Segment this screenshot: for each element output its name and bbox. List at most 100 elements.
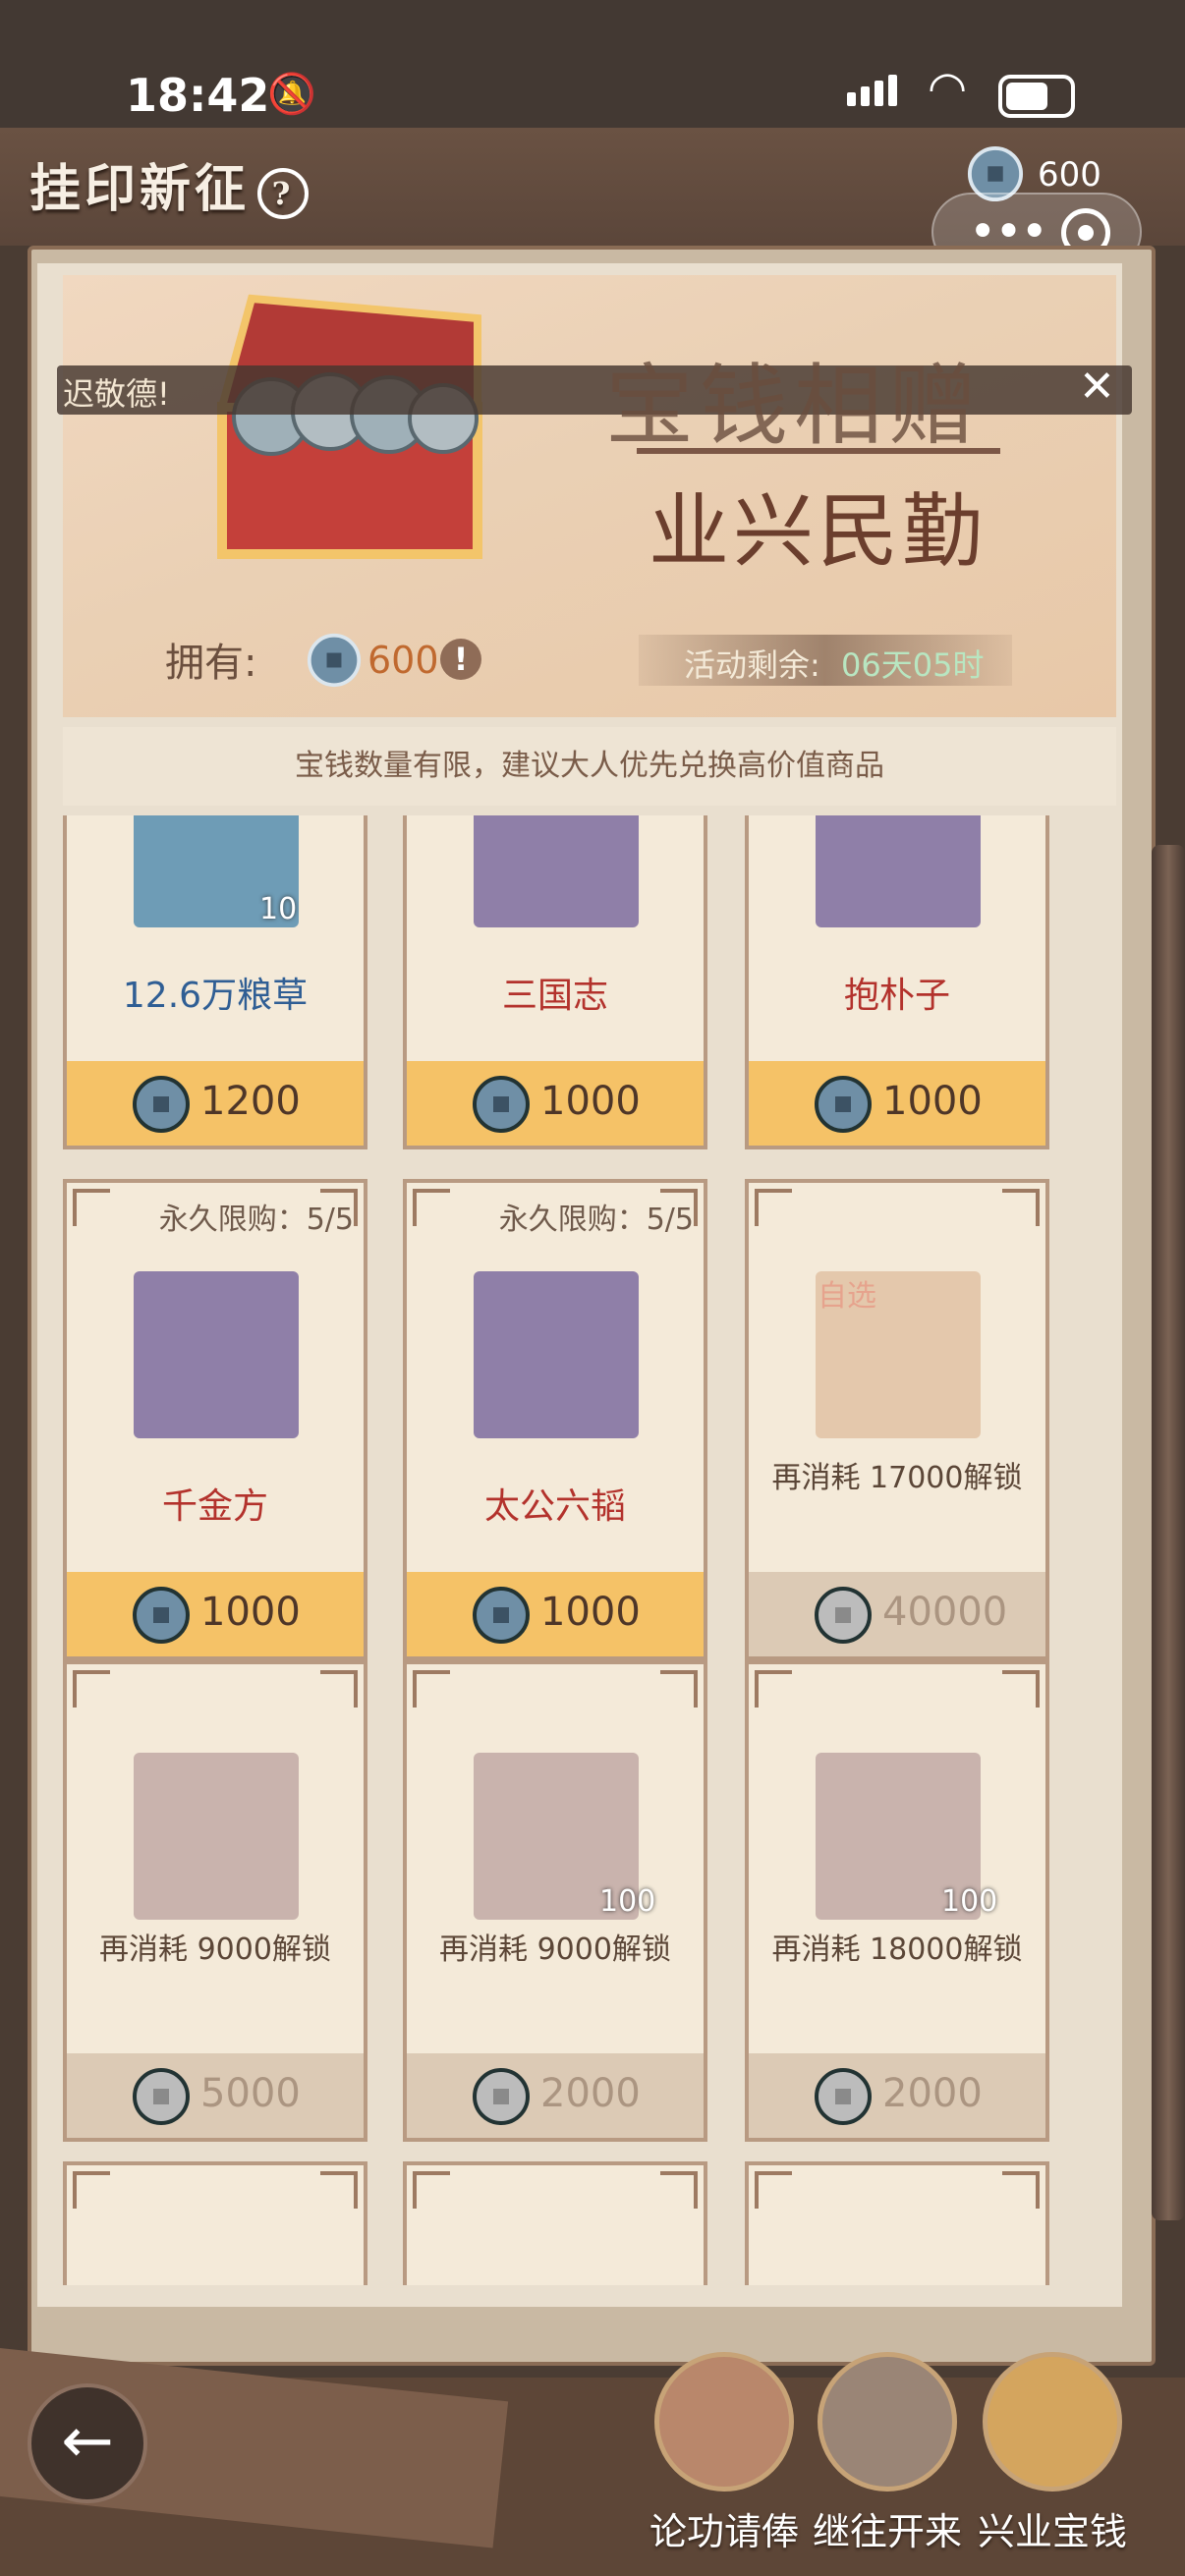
corner-ornament xyxy=(73,2171,110,2209)
price-value: 1200 xyxy=(200,1079,301,1124)
remaining-label: 活动剩余: xyxy=(684,646,820,684)
shop-item-card[interactable]: 三国志 1000 xyxy=(403,815,707,1149)
shop-item-card[interactable] xyxy=(63,2161,367,2285)
headline-divider xyxy=(637,448,1000,454)
brush-decoration xyxy=(1152,845,1185,2220)
item-quantity-badge: 100 xyxy=(599,1884,656,1919)
price-value: 1000 xyxy=(882,1079,983,1124)
own-value: 600 xyxy=(367,639,439,682)
item-name: 千金方 xyxy=(161,1486,268,1527)
coin-icon xyxy=(815,2068,872,2125)
price-button[interactable]: 40000 xyxy=(749,1572,1045,1656)
treasure-chest-icon xyxy=(216,294,482,559)
price-button[interactable]: 1200 xyxy=(67,1061,364,1146)
shop-item-card[interactable]: 100 再消耗 9000解锁 2000 xyxy=(403,1660,707,2142)
price-value: 2000 xyxy=(882,2071,983,2116)
signal-icon xyxy=(847,75,902,106)
price-value: 1000 xyxy=(540,1079,641,1124)
nav-item[interactable]: 兴业宝钱 xyxy=(969,2352,1136,2553)
price-button[interactable]: 2000 xyxy=(749,2053,1045,2138)
item-thumbnail xyxy=(134,1271,299,1438)
unlock-requirement: 再消耗 9000解锁 xyxy=(439,1932,671,1967)
item-name: 三国志 xyxy=(501,976,608,1016)
nav-label: 继往开来 xyxy=(812,2510,962,2553)
corner-ornament xyxy=(1002,2171,1040,2209)
price-button[interactable]: 1000 xyxy=(67,1572,364,1656)
battery-icon xyxy=(998,75,1075,118)
nav-item[interactable]: 论功请俸 xyxy=(641,2352,808,2553)
bell-muted-icon: 🔕 xyxy=(267,72,316,117)
remaining-value: 06天05时 xyxy=(841,646,985,684)
item-quantity-badge: 100 xyxy=(941,1884,998,1919)
corner-ornament xyxy=(413,2171,450,2209)
coin-icon xyxy=(815,1587,872,1644)
nav-item[interactable]: 继往开来 xyxy=(804,2352,971,2553)
unlock-requirement: 再消耗 18000解锁 xyxy=(771,1932,1023,1967)
item-thumbnail xyxy=(816,815,981,927)
item-quantity-badge: 10 xyxy=(259,892,298,926)
corner-ornament xyxy=(660,2171,698,2209)
corner-ornament xyxy=(1002,1670,1040,1708)
status-bar: 18:42 🔕 ◠ xyxy=(0,0,1185,128)
wifi-icon: ◠ xyxy=(928,61,968,114)
price-value: 1000 xyxy=(200,1590,301,1635)
corner-ornament xyxy=(755,2171,792,2209)
price-value: 40000 xyxy=(882,1590,1008,1635)
headline-main: 宝钱相赠 xyxy=(605,355,983,458)
item-grid: 10 12.6万粮草 1200 三国志 1000 抱朴子 1000 永久限购：5/5 千金方 10… xyxy=(63,815,1116,2285)
corner-ornament xyxy=(755,1189,792,1226)
shop-item-card[interactable]: 10 12.6万粮草 1200 xyxy=(63,815,367,1149)
shop-item-card[interactable]: 永久限购：5/5 千金方 1000 xyxy=(63,1179,367,1660)
price-button[interactable]: 1000 xyxy=(407,1572,704,1656)
close-icon[interactable]: ✕ xyxy=(1079,362,1115,412)
corner-ornament xyxy=(73,1670,110,1708)
corner-ornament xyxy=(320,1670,358,1708)
price-button[interactable]: 5000 xyxy=(67,2053,364,2138)
info-warning-icon[interactable]: ! xyxy=(440,639,481,680)
item-thumbnail xyxy=(474,1271,639,1438)
price-button[interactable]: 1000 xyxy=(407,1061,704,1146)
page-title: 挂印新征? xyxy=(29,147,310,221)
coin-icon xyxy=(815,1076,872,1133)
corner-ornament xyxy=(413,1670,450,1708)
purchase-limit: 永久限购：5/5 xyxy=(158,1203,354,1237)
shop-item-card[interactable]: 100 再消耗 18000解锁 2000 xyxy=(745,1660,1049,2142)
price-button[interactable]: 2000 xyxy=(407,2053,704,2138)
back-arrow-icon[interactable]: ← xyxy=(28,2383,147,2503)
corner-ornament xyxy=(755,1670,792,1708)
corner-ornament xyxy=(413,1189,450,1226)
shop-item-card[interactable]: 抱朴子 1000 xyxy=(745,815,1049,1149)
item-name: 12.6万粮草 xyxy=(122,976,309,1016)
shop-item-card[interactable]: 永久限购：5/5 太公六韬 1000 xyxy=(403,1179,707,1660)
purchase-limit: 永久限购：5/5 xyxy=(498,1203,694,1237)
corner-ornament xyxy=(73,1189,110,1226)
coin-count: 600 xyxy=(1038,155,1101,195)
corner-ornament xyxy=(1002,1189,1040,1226)
coin-icon xyxy=(133,2068,190,2125)
corner-ornament xyxy=(320,2171,358,2209)
gate-medal-icon xyxy=(818,2352,957,2492)
corner-ornament xyxy=(660,1670,698,1708)
item-thumbnail xyxy=(474,815,639,927)
coin-icon xyxy=(473,2068,530,2125)
coin-icon xyxy=(307,633,362,688)
shop-item-card[interactable] xyxy=(403,2161,707,2285)
coin-icon xyxy=(473,1587,530,1644)
unlock-requirement: 再消耗 9000解锁 xyxy=(99,1932,331,1967)
headline-sub: 业兴民勤 xyxy=(649,485,988,579)
coin-icon xyxy=(133,1076,190,1133)
coin-icon xyxy=(473,1076,530,1133)
nav-label: 兴业宝钱 xyxy=(977,2510,1127,2553)
title-text: 挂印新征 xyxy=(29,159,251,219)
price-button[interactable]: 1000 xyxy=(749,1061,1045,1146)
own-label: 拥有: xyxy=(165,641,257,686)
shop-item-card[interactable]: 自选 再消耗 17000解锁 40000 xyxy=(745,1179,1049,1660)
price-value: 5000 xyxy=(200,2071,301,2116)
coin-medal-icon xyxy=(983,2352,1122,2492)
shop-item-card[interactable]: 再消耗 9000解锁 5000 xyxy=(63,1660,367,2142)
shop-item-card[interactable] xyxy=(745,2161,1049,2285)
help-icon[interactable]: ? xyxy=(257,167,310,219)
notice-text: 宝钱数量有限，建议大人优先兑换高价值商品 xyxy=(63,727,1116,806)
self-select-tag: 自选 xyxy=(818,1279,876,1314)
item-name: 抱朴子 xyxy=(843,976,950,1016)
